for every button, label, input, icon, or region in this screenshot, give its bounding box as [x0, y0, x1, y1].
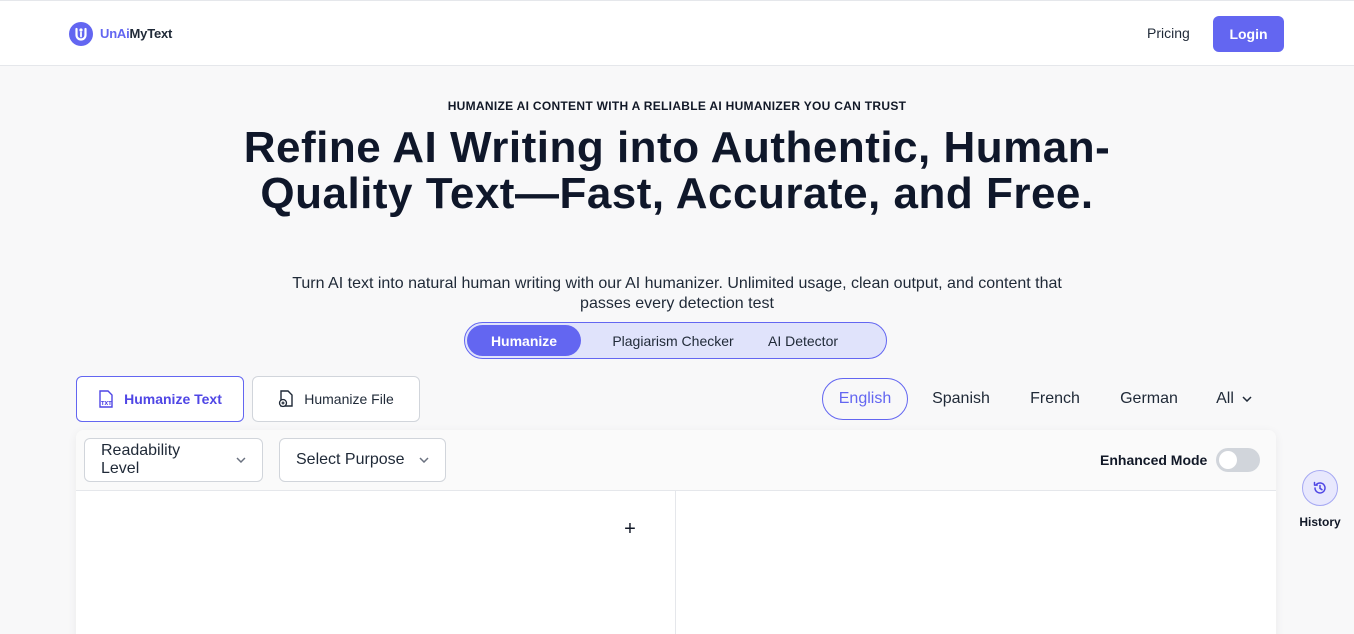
history-button[interactable]	[1302, 470, 1338, 506]
chevron-down-icon	[1242, 396, 1252, 402]
hero-title: Refine AI Writing into Authentic, Human-…	[243, 123, 1111, 218]
logo-text: UnAiMyText	[100, 26, 172, 41]
logo[interactable]: UnAiMyText	[68, 20, 172, 47]
logo-text-part1: UnAi	[100, 26, 130, 41]
logo-icon	[69, 21, 93, 46]
top-header: UnAiMyText Pricing Login	[0, 0, 1354, 66]
lang-all-label: All	[1216, 390, 1234, 407]
humanize-text-label: Humanize Text	[124, 391, 222, 407]
lang-all-dropdown[interactable]: All	[1208, 378, 1260, 420]
lang-spanish[interactable]: Spanish	[922, 378, 1000, 420]
tab-plagiarism-checker[interactable]: Plagiarism Checker	[595, 325, 751, 356]
readability-level-label: Readability Level	[101, 442, 181, 477]
humanize-file-label: Humanize File	[304, 391, 394, 407]
tab-humanize[interactable]: Humanize	[467, 325, 581, 356]
history-label: History	[1299, 515, 1341, 529]
mode-tabs: Humanize Plagiarism Checker AI Detector	[464, 322, 887, 359]
hero-eyebrow: HUMANIZE AI CONTENT WITH A RELIABLE AI H…	[447, 99, 907, 113]
enhanced-mode-label: Enhanced Mode	[1100, 452, 1208, 468]
select-purpose-select[interactable]: Select Purpose	[279, 438, 446, 482]
hero-subtitle: Turn AI text into natural human writing …	[292, 275, 1062, 312]
lang-german[interactable]: German	[1110, 378, 1188, 420]
humanize-text-button[interactable]: TXT Humanize Text	[76, 376, 244, 422]
chevron-down-icon	[418, 457, 429, 463]
txt-file-icon: TXT	[99, 390, 113, 408]
lang-french[interactable]: French	[1020, 378, 1090, 420]
add-text-button[interactable]: +	[620, 518, 640, 540]
editor-panel: Readability Level Select Purpose Enhance…	[76, 430, 1276, 634]
login-button[interactable]: Login	[1213, 16, 1284, 52]
lang-english[interactable]: English	[822, 378, 908, 420]
humanize-file-button[interactable]: Humanize File	[252, 376, 420, 422]
select-purpose-label: Select Purpose	[296, 451, 405, 468]
svg-text:TXT: TXT	[101, 401, 112, 407]
toggle-knob	[1219, 451, 1237, 469]
history-icon	[1313, 481, 1326, 494]
editor-toolbar: Readability Level Select Purpose Enhance…	[76, 430, 1276, 491]
nav-pricing-link[interactable]: Pricing	[1147, 25, 1190, 41]
logo-text-part2: MyText	[129, 26, 173, 41]
chevron-down-icon	[236, 457, 246, 463]
file-upload-icon	[279, 390, 293, 408]
pane-divider	[675, 491, 676, 634]
tab-ai-detector[interactable]: AI Detector	[751, 325, 855, 356]
readability-level-select[interactable]: Readability Level	[84, 438, 263, 482]
enhanced-mode-toggle[interactable]	[1216, 448, 1260, 472]
